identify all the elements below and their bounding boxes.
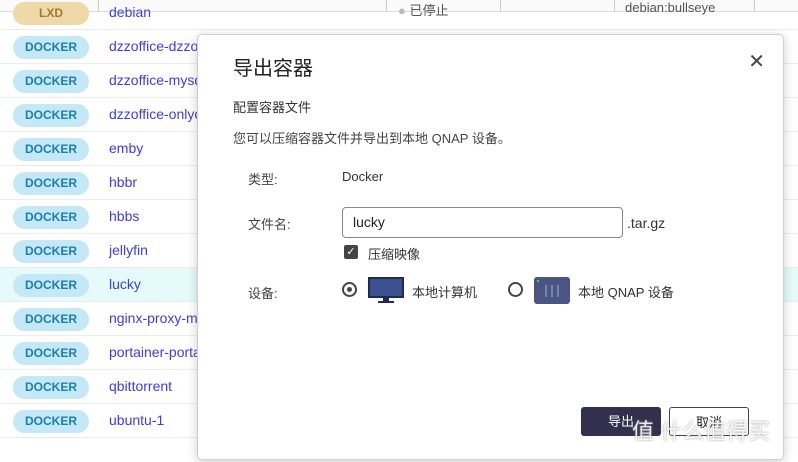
container-name-link[interactable]: qbittorrent [109, 378, 172, 394]
status-text: ● 已停止 [398, 3, 449, 18]
local-qnap-label: 本地 QNAP 设备 [578, 285, 674, 300]
type-badge: DOCKER [13, 70, 89, 93]
type-label: 类型: [248, 172, 278, 187]
container-name-link[interactable]: lucky [109, 276, 141, 292]
table-row[interactable]: LXD debian ● 已停止 debian:bullseye [0, 0, 798, 30]
type-badge: DOCKER [13, 342, 89, 365]
dialog-title: 导出容器 [233, 58, 313, 80]
type-badge: DOCKER [13, 36, 89, 59]
close-icon[interactable]: ✕ [748, 49, 765, 74]
dialog-subtitle: 配置容器文件 [233, 100, 312, 115]
container-name-link[interactable]: emby [109, 140, 143, 156]
type-badge: DOCKER [13, 274, 89, 297]
dialog-description: 您可以压缩容器文件并导出到本地 QNAP 设备。 [233, 131, 511, 146]
type-badge: DOCKER [13, 138, 89, 161]
radio-local-qnap[interactable] [508, 282, 523, 297]
type-badge: DOCKER [13, 172, 89, 195]
type-badge: DOCKER [13, 206, 89, 229]
type-badge: DOCKER [13, 410, 89, 433]
radio-local-computer[interactable] [342, 282, 357, 297]
container-name-link[interactable]: ubuntu-1 [109, 412, 164, 428]
compress-image-label: 压缩映像 [368, 247, 421, 262]
type-badge: LXD [13, 2, 89, 25]
local-computer-label: 本地计算机 [412, 285, 478, 300]
image-text: debian:bullseye [625, 0, 716, 15]
type-value: Docker [342, 169, 384, 184]
container-name-link[interactable]: hbbs [109, 208, 139, 224]
type-badge: DOCKER [13, 104, 89, 127]
container-name-link[interactable]: dzzoffice-mysql [109, 72, 205, 88]
device-label: 设备: [248, 286, 278, 301]
compress-image-checkbox[interactable]: ✓ [344, 245, 358, 259]
type-badge: DOCKER [13, 308, 89, 331]
export-container-dialog: 导出容器 ✕ 配置容器文件 您可以压缩容器文件并导出到本地 QNAP 设备。 类… [197, 34, 784, 460]
type-badge: DOCKER [13, 240, 89, 263]
container-name-link[interactable]: hbbr [109, 174, 137, 190]
filename-label: 文件名: [248, 217, 291, 232]
filename-extension: .tar.gz [627, 215, 666, 231]
container-name-link[interactable]: jellyfin [109, 242, 148, 258]
container-name-link[interactable]: debian [109, 4, 151, 20]
filename-input[interactable]: lucky [342, 207, 623, 238]
monitor-icon [368, 277, 404, 303]
nas-icon [534, 277, 570, 304]
type-badge: DOCKER [13, 376, 89, 399]
status-label: 已停止 [409, 3, 449, 18]
watermark: 值 什么值得买 [632, 419, 771, 444]
